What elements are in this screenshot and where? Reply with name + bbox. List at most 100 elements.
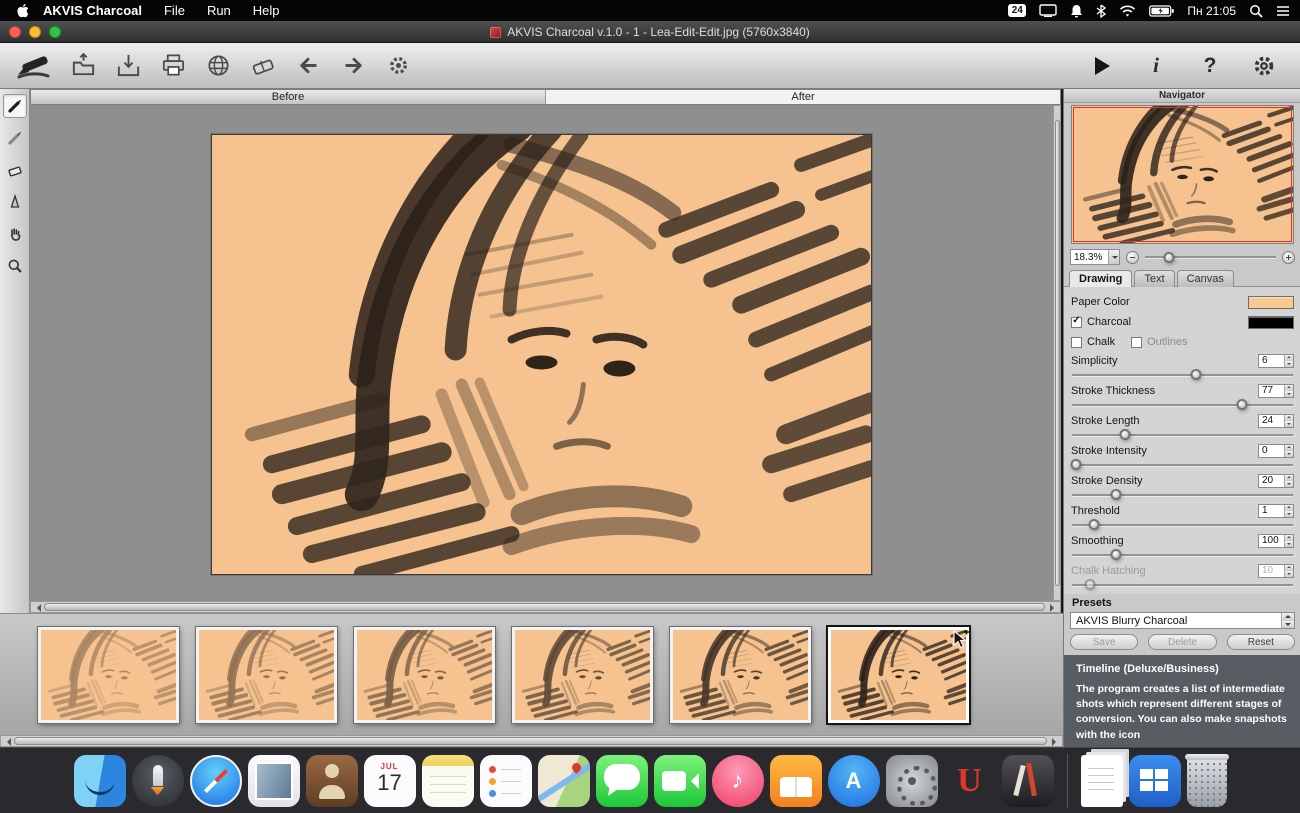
param-value-input[interactable]: 1	[1258, 504, 1294, 518]
help-button[interactable]: ?	[1194, 50, 1226, 82]
chalk-tool[interactable]	[3, 126, 27, 150]
zoom-in-button[interactable]	[1282, 251, 1295, 264]
timeline-thumbnail-6[interactable]	[828, 627, 969, 723]
zoom-slider[interactable]	[1145, 251, 1276, 264]
canvas-vertical-scrollbar[interactable]	[1053, 105, 1061, 601]
param-slider-thumb[interactable]	[1238, 400, 1247, 409]
param-slider[interactable]	[1072, 549, 1293, 561]
tab-drawing[interactable]: Drawing	[1069, 270, 1132, 287]
run-button[interactable]	[1086, 50, 1118, 82]
zoom-tool[interactable]	[3, 254, 27, 278]
chalk-checkbox[interactable]	[1071, 337, 1082, 348]
dock-messages-icon[interactable]	[596, 755, 648, 807]
dock-app-store-icon[interactable]: A	[828, 755, 880, 807]
param-slider[interactable]	[1072, 489, 1293, 501]
canvas-horizontal-scrollbar[interactable]	[30, 601, 1061, 613]
charcoal-image[interactable]	[211, 134, 872, 575]
tab-canvas[interactable]: Canvas	[1177, 270, 1234, 287]
timeline-thumbnail-5[interactable]	[670, 627, 811, 723]
publish-share-button[interactable]	[202, 50, 234, 82]
dock-finder-icon[interactable]	[74, 755, 126, 807]
dock-ibooks-icon[interactable]	[770, 755, 822, 807]
notification-bell-icon[interactable]	[1070, 4, 1083, 18]
tab-text[interactable]: Text	[1134, 270, 1174, 287]
menu-file[interactable]: File	[164, 3, 185, 18]
charcoal-checkbox[interactable]: ✓	[1071, 317, 1082, 328]
dock-windows-app-icon[interactable]	[1129, 755, 1181, 807]
param-slider[interactable]	[1072, 459, 1293, 471]
param-value-input[interactable]: 20	[1258, 474, 1294, 488]
param-slider-thumb[interactable]	[1121, 430, 1130, 439]
param-stepper[interactable]	[1284, 415, 1293, 427]
undo-button[interactable]	[292, 50, 324, 82]
param-slider-thumb[interactable]	[1112, 550, 1121, 559]
eraser-button[interactable]	[247, 50, 279, 82]
param-slider[interactable]	[1072, 369, 1293, 381]
param-stepper[interactable]	[1284, 565, 1293, 577]
param-slider-thumb[interactable]	[1090, 520, 1099, 529]
param-slider[interactable]	[1072, 429, 1293, 441]
navigator-preview[interactable]	[1071, 105, 1294, 244]
wifi-icon[interactable]	[1119, 5, 1136, 17]
param-slider-thumb[interactable]	[1085, 580, 1094, 589]
tab-before[interactable]: Before	[31, 90, 546, 104]
dock-contacts-icon[interactable]	[306, 755, 358, 807]
dock-safari-icon[interactable]	[190, 755, 242, 807]
param-value-input[interactable]: 24	[1258, 414, 1294, 428]
dock-launchpad-icon[interactable]	[132, 755, 184, 807]
zoom-slider-thumb[interactable]	[1164, 253, 1173, 262]
tab-after[interactable]: After	[546, 90, 1060, 104]
param-stepper[interactable]	[1284, 475, 1293, 487]
apple-menu-icon[interactable]	[16, 3, 29, 18]
timeline-scrollbar[interactable]	[0, 735, 1063, 747]
dock-notes-icon[interactable]	[422, 755, 474, 807]
param-value-input[interactable]: 6	[1258, 354, 1294, 368]
preset-select[interactable]: AKVIS Blurry Charcoal	[1070, 612, 1295, 629]
menu-help[interactable]: Help	[253, 3, 280, 18]
preset-delete-button[interactable]: Delete	[1148, 634, 1216, 650]
param-value-input[interactable]: 10	[1258, 564, 1294, 578]
outlines-checkbox[interactable]	[1131, 337, 1142, 348]
stump-blend-tool[interactable]	[3, 190, 27, 214]
dock-documents-icon[interactable]	[1081, 755, 1123, 807]
param-value-input[interactable]: 100	[1258, 534, 1294, 548]
timeline-thumbnail-2[interactable]	[196, 627, 337, 723]
hand-tool[interactable]	[3, 222, 27, 246]
dock-mail-icon[interactable]	[248, 755, 300, 807]
navigator-view-frame[interactable]	[1073, 107, 1292, 242]
param-slider[interactable]	[1072, 579, 1293, 591]
print-button[interactable]	[157, 50, 189, 82]
bluetooth-icon[interactable]	[1096, 4, 1106, 18]
dock-calendar-icon[interactable]: JUL17	[364, 755, 416, 807]
timeline-thumbnail-1[interactable]	[38, 627, 179, 723]
preset-reset-button[interactable]: Reset	[1227, 634, 1295, 650]
zoom-combo-arrow-icon[interactable]	[1108, 250, 1119, 264]
canvas-area[interactable]	[30, 105, 1053, 601]
about-info-button[interactable]: i	[1140, 50, 1172, 82]
param-slider-thumb[interactable]	[1112, 490, 1121, 499]
param-value-input[interactable]: 77	[1258, 384, 1294, 398]
dock-charcoal-app-icon[interactable]	[1002, 755, 1054, 807]
param-stepper[interactable]	[1284, 505, 1293, 517]
menubar-app-name[interactable]: AKVIS Charcoal	[43, 3, 142, 18]
param-slider-thumb[interactable]	[1072, 460, 1081, 469]
airplay-display-icon[interactable]	[1039, 4, 1057, 17]
notification-center-icon[interactable]	[1276, 5, 1290, 17]
dock-maps-icon[interactable]	[538, 755, 590, 807]
param-stepper[interactable]	[1284, 445, 1293, 457]
dock-trash-icon[interactable]	[1187, 755, 1227, 807]
param-slider-thumb[interactable]	[1191, 370, 1200, 379]
param-slider[interactable]	[1072, 519, 1293, 531]
eraser-tool[interactable]	[3, 158, 27, 182]
charcoal-tool[interactable]	[3, 94, 27, 118]
dock-itunes-icon[interactable]: ♪	[712, 755, 764, 807]
timeline-thumbnail-3[interactable]	[354, 627, 495, 723]
menu-run[interactable]: Run	[207, 3, 231, 18]
dock-magnet-app-icon[interactable]: U	[944, 755, 996, 807]
batch-processing-button[interactable]	[382, 50, 414, 82]
menubar-clock[interactable]: Пн 21:05	[1187, 4, 1236, 18]
input-source-badge[interactable]: 24	[1008, 4, 1026, 17]
paper-color-swatch[interactable]	[1248, 296, 1294, 309]
param-slider[interactable]	[1072, 399, 1293, 411]
preset-save-button[interactable]: Save	[1070, 634, 1138, 650]
